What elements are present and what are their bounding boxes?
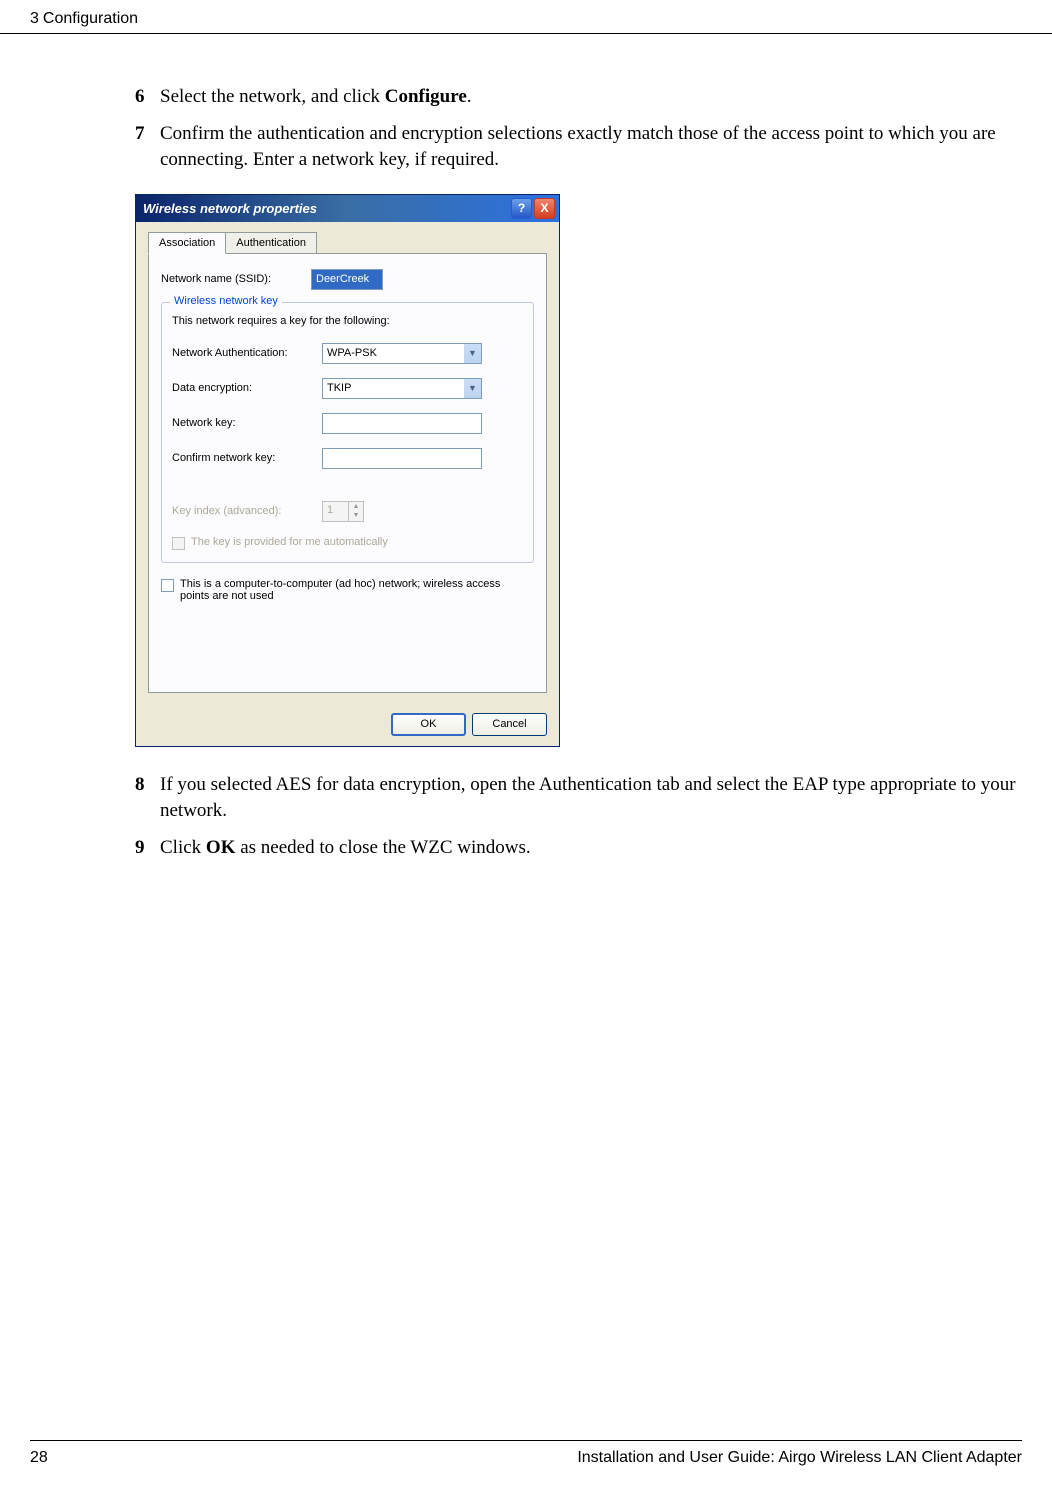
tab-strip: Association Authentication bbox=[148, 232, 547, 254]
auto-key-row: The key is provided for me automatically bbox=[172, 536, 523, 550]
network-key-input[interactable] bbox=[322, 413, 482, 434]
dialog-titlebar: Wireless network properties ? X bbox=[136, 195, 559, 222]
spinner-value: 1 bbox=[323, 502, 348, 521]
text-fragment: Select the network, and click bbox=[160, 86, 385, 107]
step-9: 9 Click OK as needed to close the WZC wi… bbox=[135, 835, 1022, 862]
close-button[interactable]: X bbox=[534, 198, 555, 219]
encrypt-dropdown[interactable]: TKIP ▼ bbox=[322, 378, 482, 399]
step-text: Confirm the authentication and encryptio… bbox=[160, 121, 1022, 174]
step-number: 6 bbox=[135, 84, 160, 111]
chapter-title: Configuration bbox=[43, 10, 138, 27]
titlebar-buttons: ? X bbox=[511, 198, 555, 219]
text-fragment: as needed to close the WZC windows. bbox=[235, 837, 530, 858]
confirm-key-input[interactable] bbox=[322, 448, 482, 469]
adhoc-section: This is a computer-to-computer (ad hoc) … bbox=[161, 578, 534, 602]
dialog-title: Wireless network properties bbox=[140, 201, 317, 216]
auth-row: Network Authentication: WPA-PSK ▼ bbox=[172, 343, 523, 364]
step-number: 7 bbox=[135, 121, 160, 174]
key-index-spinner: 1 ▲ ▼ bbox=[322, 501, 364, 522]
netkey-row: Network key: bbox=[172, 413, 523, 434]
step-7: 7 Confirm the authentication and encrypt… bbox=[135, 121, 1022, 174]
tab-panel-association: Network name (SSID): Wireless network ke… bbox=[148, 253, 547, 693]
step-6: 6 Select the network, and click Configur… bbox=[135, 84, 1022, 111]
cancel-button[interactable]: Cancel bbox=[472, 713, 547, 736]
content-area: 6 Select the network, and click Configur… bbox=[0, 34, 1052, 862]
auth-label: Network Authentication: bbox=[172, 347, 322, 359]
adhoc-checkbox[interactable] bbox=[161, 579, 174, 592]
dialog-footer: OK Cancel bbox=[136, 703, 559, 746]
wireless-properties-dialog: Wireless network properties ? X Associat… bbox=[135, 194, 560, 747]
text-fragment: Click bbox=[160, 837, 206, 858]
auth-dropdown[interactable]: WPA-PSK ▼ bbox=[322, 343, 482, 364]
adhoc-label: This is a computer-to-computer (ad hoc) … bbox=[180, 578, 510, 602]
chevron-down-icon: ▼ bbox=[464, 344, 481, 363]
arrow-down-icon: ▼ bbox=[349, 511, 363, 521]
text-fragment: . bbox=[467, 86, 472, 107]
bold-ui-term: Configure bbox=[385, 86, 467, 107]
chevron-down-icon: ▼ bbox=[464, 379, 481, 398]
netkey-label: Network key: bbox=[172, 417, 322, 429]
document-title: Installation and User Guide: Airgo Wirel… bbox=[577, 1449, 1022, 1467]
step-text: Select the network, and click Configure. bbox=[160, 84, 1022, 111]
auto-key-label: The key is provided for me automatically bbox=[191, 536, 388, 548]
dialog-body: Association Authentication Network name … bbox=[136, 222, 559, 703]
confirm-key-label: Confirm network key: bbox=[172, 452, 322, 464]
step-text: Click OK as needed to close the WZC wind… bbox=[160, 835, 1022, 862]
chapter-number: 3 bbox=[30, 10, 39, 27]
tab-association[interactable]: Association bbox=[148, 232, 226, 254]
step-number: 8 bbox=[135, 772, 160, 825]
bold-ui-term: OK bbox=[206, 837, 236, 858]
step-text: If you selected AES for data encryption,… bbox=[160, 772, 1022, 825]
page-number: 28 bbox=[30, 1449, 48, 1467]
dropdown-value: TKIP bbox=[323, 382, 355, 394]
arrow-up-icon: ▲ bbox=[349, 502, 363, 512]
fieldset-description: This network requires a key for the foll… bbox=[172, 315, 523, 327]
fieldset-legend: Wireless network key bbox=[170, 295, 282, 307]
encrypt-label: Data encryption: bbox=[172, 382, 322, 394]
dropdown-value: WPA-PSK bbox=[323, 347, 381, 359]
ssid-row: Network name (SSID): bbox=[161, 269, 534, 290]
help-button[interactable]: ? bbox=[511, 198, 532, 219]
ssid-label: Network name (SSID): bbox=[161, 273, 311, 285]
key-index-label: Key index (advanced): bbox=[172, 505, 322, 517]
adhoc-row: This is a computer-to-computer (ad hoc) … bbox=[161, 578, 534, 602]
key-index-row: Key index (advanced): 1 ▲ ▼ bbox=[172, 501, 523, 522]
ok-button[interactable]: OK bbox=[391, 713, 466, 736]
wireless-key-fieldset: Wireless network key This network requir… bbox=[161, 302, 534, 563]
step-number: 9 bbox=[135, 835, 160, 862]
page-footer: 28 Installation and User Guide: Airgo Wi… bbox=[30, 1440, 1022, 1467]
auto-key-checkbox bbox=[172, 537, 185, 550]
page-header: 3 Configuration bbox=[0, 0, 1052, 34]
ssid-input[interactable] bbox=[311, 269, 383, 290]
spinner-arrows: ▲ ▼ bbox=[348, 502, 363, 521]
encrypt-row: Data encryption: TKIP ▼ bbox=[172, 378, 523, 399]
confirm-key-row: Confirm network key: bbox=[172, 448, 523, 469]
screenshot-container: Wireless network properties ? X Associat… bbox=[135, 194, 1022, 747]
tab-authentication[interactable]: Authentication bbox=[226, 232, 317, 254]
step-8: 8 If you selected AES for data encryptio… bbox=[135, 772, 1022, 825]
